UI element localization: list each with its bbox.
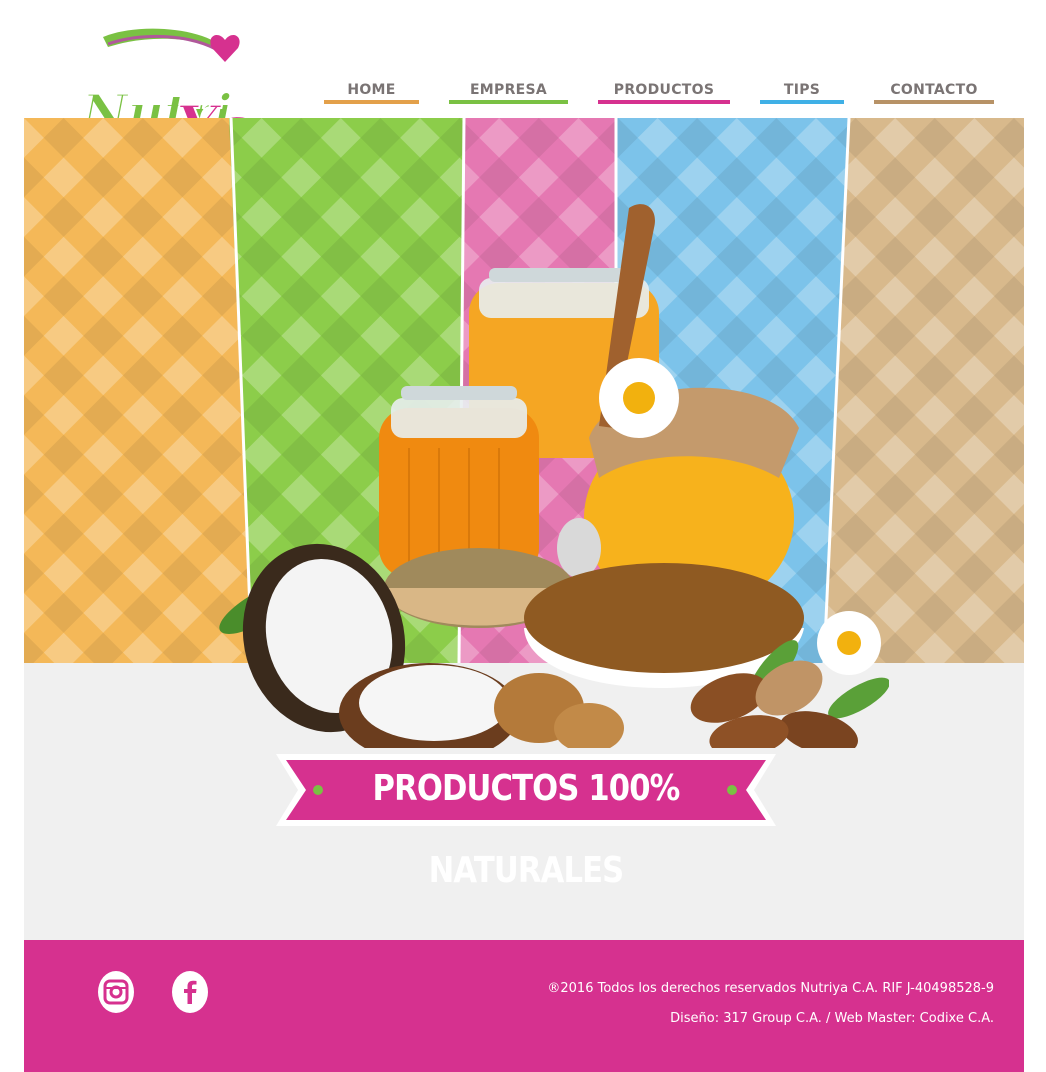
nav-empresa-underline xyxy=(449,100,568,104)
nav-contacto[interactable]: CONTACTO xyxy=(874,78,994,104)
facebook-link[interactable] xyxy=(170,970,210,1014)
instagram-icon xyxy=(98,971,134,1013)
nav-empresa[interactable]: EMPRESA xyxy=(449,78,568,104)
footer: ®2016 Todos los derechos reservados Nutr… xyxy=(24,940,1024,1072)
banner-text: PRODUCTOS 100% NATURALES xyxy=(372,768,681,891)
nav-productos-label: PRODUCTOS xyxy=(613,82,715,98)
nav-home[interactable]: HOME xyxy=(324,78,419,104)
natural-products-image xyxy=(219,204,889,748)
nav-tips-underline xyxy=(760,100,844,104)
facebook-icon xyxy=(172,971,208,1013)
nav-contacto-underline xyxy=(874,100,994,104)
credits-text: Diseño: 317 Group C.A. / Web Master: Cod… xyxy=(670,1011,994,1026)
nav-home-label: HOME xyxy=(347,82,396,98)
productos-naturales-banner: PRODUCTOS 100% NATURALES xyxy=(276,748,776,891)
nav-home-underline xyxy=(324,100,419,104)
instagram-link[interactable] xyxy=(96,970,136,1014)
copyright-text: ®2016 Todos los derechos reservados Nutr… xyxy=(547,981,994,996)
nav-contacto-label: CONTACTO xyxy=(890,82,978,98)
nav-empresa-label: EMPRESA xyxy=(469,82,548,98)
hero-section: PRODUCTOS 100% NATURALES xyxy=(24,118,1024,940)
nav-tips[interactable]: TIPS xyxy=(760,78,844,104)
nav-tips-label: TIPS xyxy=(783,82,821,98)
footer-text: ®2016 Todos los derechos reservados Nutr… xyxy=(547,974,994,1034)
nav-productos[interactable]: PRODUCTOS xyxy=(598,78,730,104)
nav-productos-underline xyxy=(598,100,730,104)
